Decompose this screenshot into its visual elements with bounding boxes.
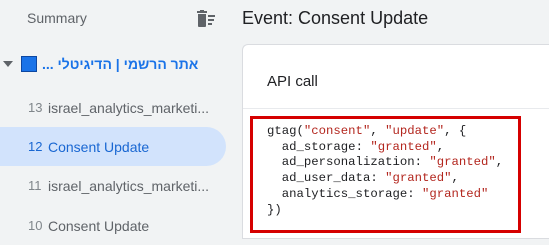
event-item-selected[interactable]: 12 Consent Update xyxy=(0,127,226,166)
code-string: "granted" xyxy=(370,139,437,154)
delete-sweep-icon[interactable] xyxy=(196,10,216,28)
event-name: israel_analytics_marketi... xyxy=(48,177,210,194)
code-string: "update" xyxy=(385,124,445,138)
card-title: API call xyxy=(267,73,318,90)
code-key: ad_user_data xyxy=(281,171,371,186)
code-key: ad_personalization xyxy=(281,155,415,170)
code-string: "granted" xyxy=(385,171,452,186)
caret-down-icon[interactable] xyxy=(3,61,13,67)
code-punct: }) xyxy=(267,202,282,217)
code-string: "granted" xyxy=(429,155,496,170)
sidebar: Summary אתר הרשמי | הדיגיטלי ... 13 isra… xyxy=(0,0,232,239)
event-number: 12 xyxy=(28,139,43,154)
container-row[interactable]: אתר הרשמי | הדיגיטלי ... xyxy=(0,50,232,78)
event-name: Consent Update xyxy=(48,217,150,234)
event-item[interactable]: 10 Consent Update xyxy=(0,206,226,245)
api-call-card: API call gtag("consent", "update", { ad_… xyxy=(242,44,549,239)
summary-label[interactable]: Summary xyxy=(27,10,87,26)
code-highlight-box: gtag("consent", "update", { ad_storage: … xyxy=(250,116,521,233)
event-name: Consent Update xyxy=(48,138,150,155)
code-punct: , { xyxy=(444,124,467,138)
code-string: "consent" xyxy=(303,124,371,138)
divider xyxy=(243,108,549,109)
container-name: אתר הרשמי | הדיגיטלי ... xyxy=(42,56,199,72)
code-fn: gtag( xyxy=(267,124,304,138)
page-title: Event: Consent Update xyxy=(242,8,429,28)
event-item[interactable]: 11 israel_analytics_marketi... xyxy=(0,166,226,205)
code-string: "granted" xyxy=(421,186,489,201)
event-name: israel_analytics_marketi... xyxy=(48,99,210,116)
code-key: analytics_storage xyxy=(281,186,408,201)
event-item[interactable]: 13 israel_analytics_marketi... xyxy=(0,88,226,127)
code-block[interactable]: gtag("consent", "update", { ad_storage: … xyxy=(267,124,503,218)
event-number: 11 xyxy=(28,178,42,193)
event-number: 10 xyxy=(28,218,43,233)
event-number: 13 xyxy=(28,100,43,115)
container-color-swatch xyxy=(21,56,37,72)
code-key: ad_storage xyxy=(281,139,356,154)
